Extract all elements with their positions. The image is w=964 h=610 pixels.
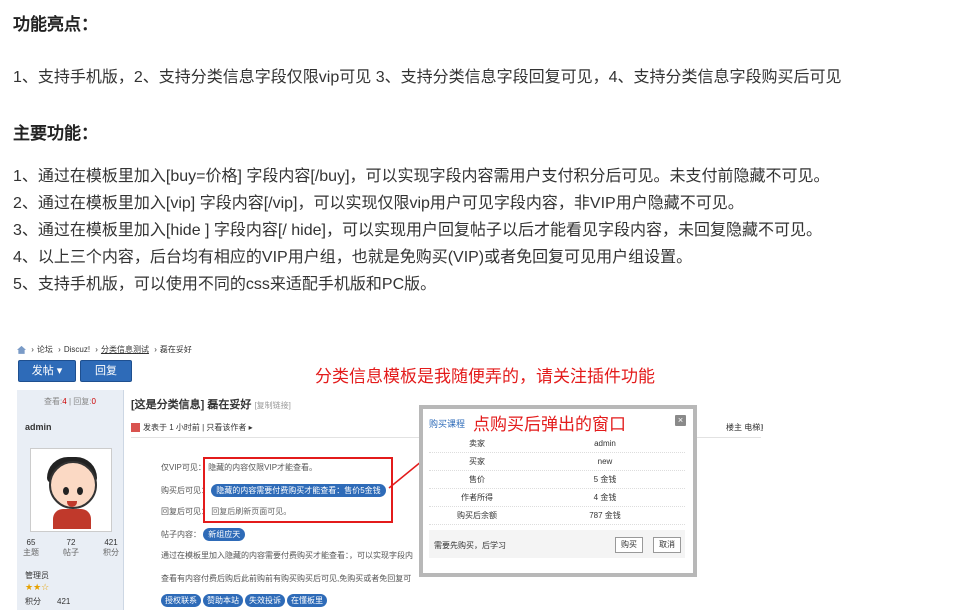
table-row: 售价 5 金钱 <box>429 471 685 489</box>
table-row: 买家 new <box>429 453 685 471</box>
feature-line-4: 4、以上三个内容，后台均有相应的VIP用户组，也就是免购买(VIP)或者免回复可… <box>13 249 693 266</box>
heading-highlights: 功能亮点： <box>13 15 98 34</box>
popup-note: 需要先购买，后学习 <box>434 541 506 550</box>
feature-line-3: 3、通过在模板里加入[hide ] 字段内容[/ hide]，可以实现用户回复帖… <box>13 222 822 239</box>
forum-screenshot: › 论坛 › Discuz! › 分类信息测试 › 磊在妥好 发帖 ▾ 回复 分类信息模… <box>13 338 763 610</box>
table-row: 卖家 admin <box>429 435 685 453</box>
heading-main-features: 主要功能： <box>13 124 98 143</box>
purchase-popup: 购买课程 点购买后弹出的窗口 × 卖家 admin 买家 new 售价 5 金钱 作者… <box>419 405 697 577</box>
feature-line-1: 1、通过在模板里加入[buy=价格] 字段内容[/buy]，可以实现字段内容需用… <box>13 168 830 185</box>
cancel-button[interactable]: 取消 <box>653 537 681 553</box>
popup-annotation: 点购买后弹出的窗口 <box>473 415 626 434</box>
popup-footer: 需要先购买，后学习 购买 取消 <box>429 530 685 558</box>
close-icon[interactable]: × <box>675 415 686 426</box>
feature-line-2: 2、通过在模板里加入[vip] 字段内容[/vip]，可以实现仅限vip用户可见… <box>13 195 744 212</box>
feature-line-5: 5、支持手机版，可以使用不同的css来适配手机版和PC版。 <box>13 276 437 293</box>
highlights-line: 1、支持手机版，2、支持分类信息字段仅限vip可见 3、支持分类信息字段回复可见… <box>13 69 842 86</box>
buy-button[interactable]: 购买 <box>615 537 643 553</box>
popup-title: 购买课程 <box>429 419 466 429</box>
purchase-table: 卖家 admin 买家 new 售价 5 金钱 作者所得 4 金钱 购买后余额 787 金… <box>429 435 685 525</box>
table-row: 作者所得 4 金钱 <box>429 489 685 507</box>
table-row: 购买后余额 787 金钱 <box>429 507 685 525</box>
